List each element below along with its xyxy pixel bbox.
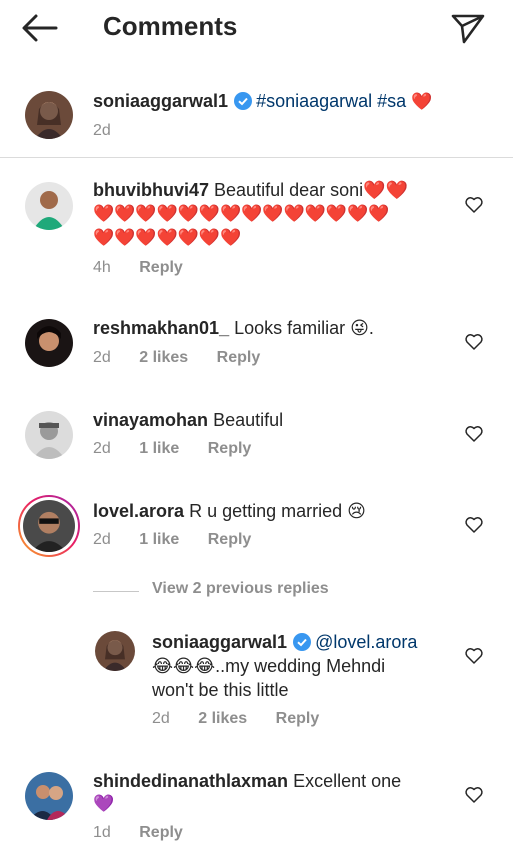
caption-emoji: ❤️ — [411, 92, 433, 111]
reply-text: soniaaggarwal1 @lovel.arora — [152, 630, 417, 654]
comment-username[interactable]: reshmakhan01_ — [93, 318, 229, 338]
reply-meta: 2d 2 likes Reply — [152, 710, 319, 728]
comment-time: 2d — [93, 349, 111, 366]
avatar[interactable] — [25, 411, 73, 459]
comment-body-line: ❤️❤️❤️❤️❤️❤️❤️ — [93, 228, 242, 247]
avatar[interactable] — [25, 319, 73, 367]
comment-time: 4h — [93, 259, 111, 276]
reply-button[interactable]: Reply — [139, 824, 183, 842]
caption-hashtags[interactable]: #soniaagarwal #sa — [256, 91, 406, 111]
reply-body-line: won't be this little — [152, 680, 289, 700]
heart-outline-icon — [465, 787, 483, 803]
comment-text: reshmakhan01_ Looks familiar 😜. — [93, 316, 374, 340]
divider — [0, 157, 513, 158]
comment-meta: 2d 1 like Reply — [93, 440, 251, 458]
comment-text: vinayamohan Beautiful — [93, 408, 283, 432]
avatar[interactable] — [25, 182, 73, 230]
likes-count[interactable]: 1 like — [139, 531, 179, 549]
avatar[interactable] — [25, 91, 73, 139]
avatar[interactable] — [95, 631, 135, 671]
caption-time: 2d — [93, 122, 111, 139]
comment-body: R u getting married 😢 — [189, 501, 366, 521]
verified-badge-icon — [293, 633, 312, 651]
comment-username[interactable]: lovel.arora — [93, 501, 184, 521]
comment-text: lovel.arora R u getting married 😢 — [93, 499, 366, 523]
heart-outline-icon — [465, 334, 483, 350]
heart-outline-icon — [465, 517, 483, 533]
reply-body-line: 😂😂😂..my wedding Mehndi — [152, 656, 386, 676]
like-button[interactable] — [464, 332, 484, 352]
likes-count[interactable]: 2 likes — [198, 710, 247, 728]
comment-username[interactable]: vinayamohan — [93, 410, 208, 430]
comment-body: Beautiful dear soni❤️❤️ — [214, 180, 408, 200]
heart-outline-icon — [465, 426, 483, 442]
reply-button[interactable]: Reply — [217, 349, 261, 367]
comment-time: 2d — [93, 531, 111, 548]
reply-mention[interactable]: @lovel.arora — [315, 632, 417, 652]
share-button[interactable] — [450, 10, 486, 46]
like-button[interactable] — [464, 785, 484, 805]
comment-body-line: 💜 — [93, 794, 115, 813]
like-button[interactable] — [464, 195, 484, 215]
heart-outline-icon — [465, 648, 483, 664]
like-button[interactable] — [464, 515, 484, 535]
reply-time: 2d — [152, 710, 170, 727]
comment-time: 2d — [93, 440, 111, 457]
comment-meta: 4h Reply — [93, 259, 183, 277]
comment-meta: 2d 1 like Reply — [93, 531, 251, 549]
comment-body-line: ❤️❤️❤️❤️❤️❤️❤️❤️❤️❤️❤️❤️❤️❤️ — [93, 204, 390, 223]
reply-button[interactable]: Reply — [208, 531, 252, 549]
verified-badge-icon — [234, 92, 253, 110]
comment-text: shindedinanathlaxman Excellent one — [93, 769, 401, 793]
back-button[interactable] — [20, 12, 60, 44]
page-title: Comments — [103, 11, 238, 41]
header-bar: Comments — [0, 0, 513, 56]
reply-button[interactable]: Reply — [208, 440, 252, 458]
comment-meta: 1d Reply — [93, 824, 183, 842]
avatar[interactable] — [25, 772, 73, 820]
reply-button[interactable]: Reply — [139, 259, 183, 277]
comment-time: 1d — [93, 824, 111, 841]
comment-body: Beautiful — [213, 410, 284, 430]
comment-body: Excellent one — [293, 771, 402, 791]
likes-count[interactable]: 2 likes — [139, 349, 188, 367]
like-button[interactable] — [464, 646, 484, 666]
like-button[interactable] — [464, 424, 484, 444]
comment-body: Looks familiar 😜. — [234, 318, 374, 338]
comment-username[interactable]: bhuvibhuvi47 — [93, 180, 209, 200]
arrow-left-icon — [22, 14, 58, 42]
paper-plane-icon — [451, 14, 485, 44]
comment-text: bhuvibhuvi47 Beautiful dear soni❤️❤️ — [93, 178, 408, 202]
avatar[interactable] — [23, 500, 75, 552]
likes-count[interactable]: 1 like — [139, 440, 179, 458]
reply-username[interactable]: soniaaggarwal1 — [152, 632, 287, 652]
comment-meta: 2d 2 likes Reply — [93, 349, 260, 367]
reply-button[interactable]: Reply — [276, 710, 320, 728]
heart-outline-icon — [465, 197, 483, 213]
replies-divider — [93, 591, 139, 592]
view-replies-button[interactable]: View 2 previous replies — [152, 580, 329, 598]
caption-text: soniaaggarwal1 #soniaagarwal #sa ❤️ — [93, 89, 432, 114]
comment-username[interactable]: shindedinanathlaxman — [93, 771, 288, 791]
caption-username[interactable]: soniaaggarwal1 — [93, 91, 228, 111]
